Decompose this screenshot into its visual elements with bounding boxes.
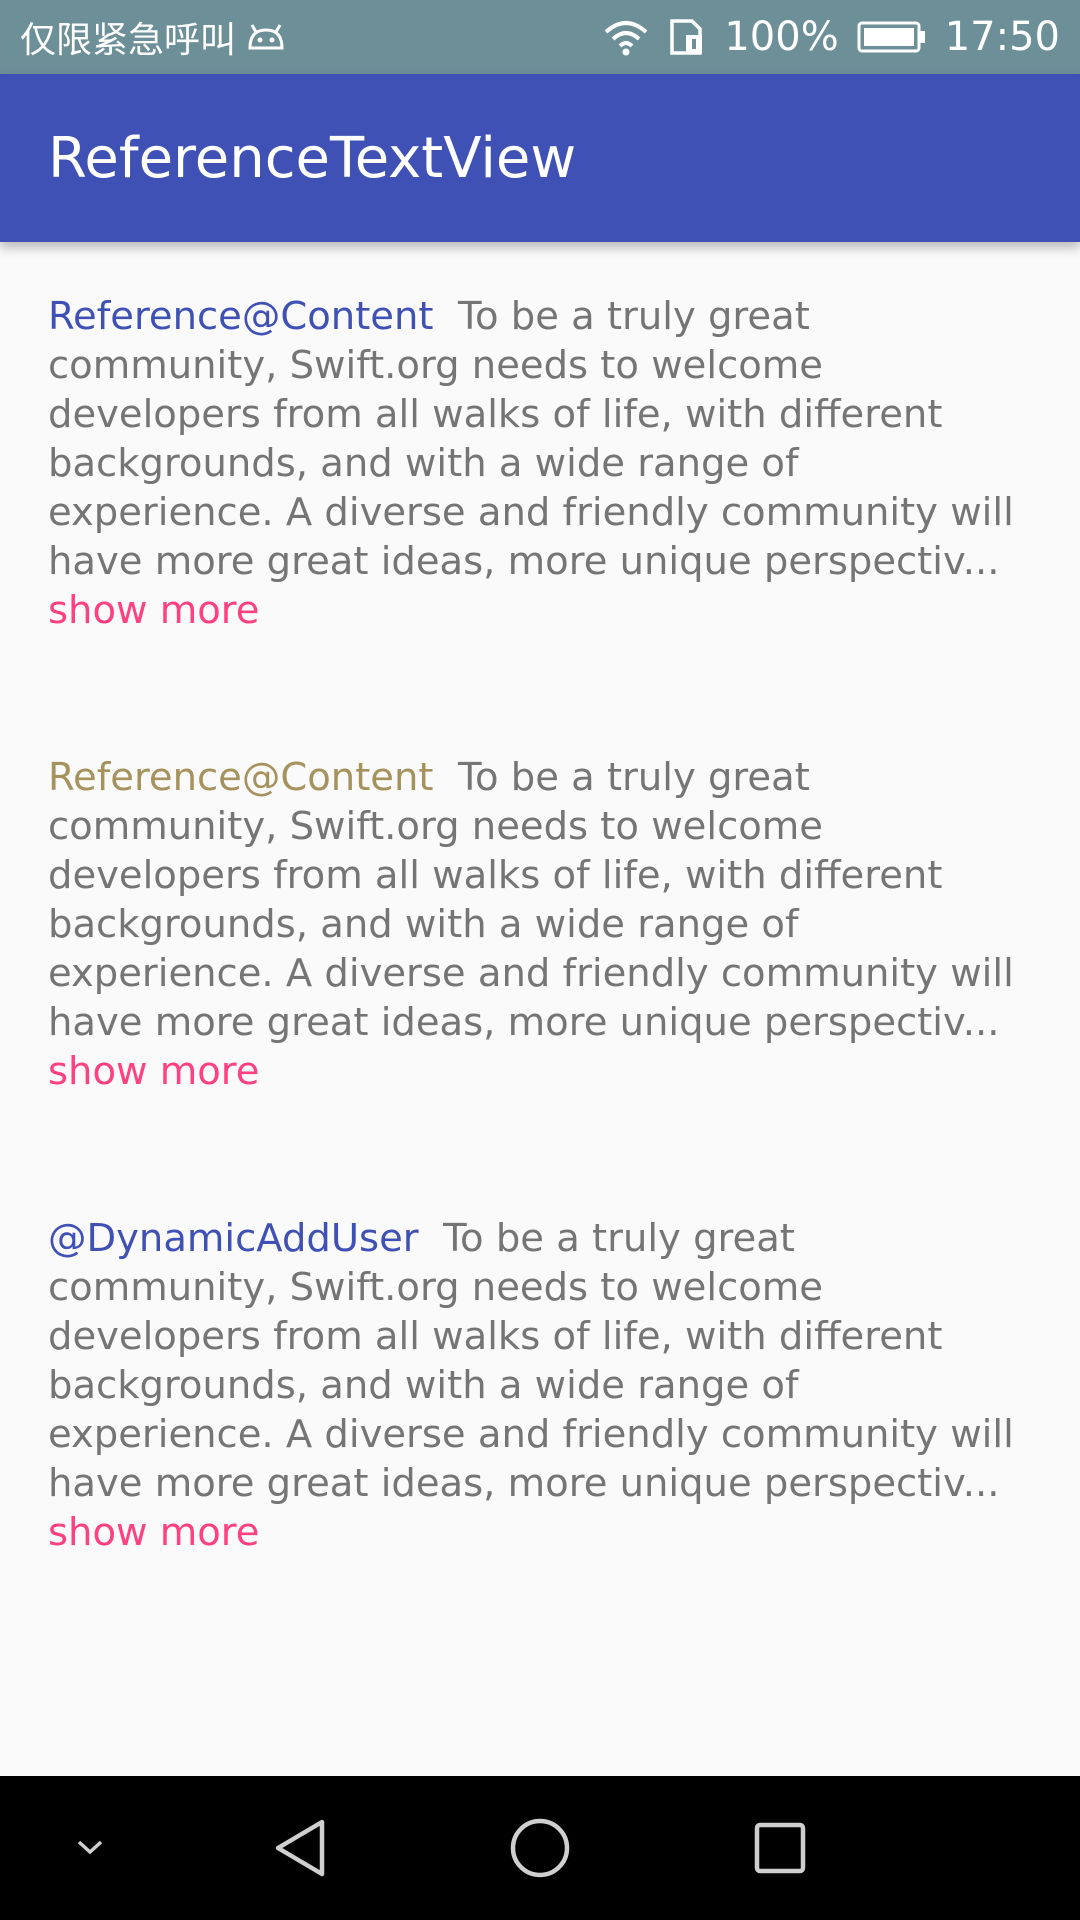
list-item: Reference@Content To be a truly great co… xyxy=(48,753,1032,1096)
chevron-down-icon[interactable] xyxy=(40,1776,140,1920)
show-more-link[interactable]: show more xyxy=(48,588,259,633)
app-title: ReferenceTextView xyxy=(48,125,577,191)
android-icon xyxy=(246,22,286,52)
content-list: Reference@Content To be a truly great co… xyxy=(48,292,1032,1675)
reference-link[interactable]: Reference@Content xyxy=(48,755,434,800)
status-bar: 仅限紧急呼叫 100% 17:50 xyxy=(0,0,1080,74)
status-right: 100% 17:50 xyxy=(602,14,1060,60)
battery-text: 100% xyxy=(724,14,839,60)
clock-text: 17:50 xyxy=(944,14,1060,60)
back-icon[interactable] xyxy=(250,1776,350,1920)
home-icon[interactable] xyxy=(490,1776,590,1920)
show-more-link[interactable]: show more xyxy=(48,1510,259,1555)
show-more-link[interactable]: show more xyxy=(48,1049,259,1094)
sim-icon xyxy=(668,17,706,57)
navigation-bar xyxy=(0,1776,1080,1920)
list-item: Reference@Content To be a truly great co… xyxy=(48,292,1032,635)
list-item: @DynamicAddUser To be a truly great comm… xyxy=(48,1214,1032,1557)
reference-link[interactable]: Reference@Content xyxy=(48,294,434,339)
carrier-text: 仅限紧急呼叫 xyxy=(20,20,237,61)
recents-icon[interactable] xyxy=(730,1776,830,1920)
status-left: 仅限紧急呼叫 xyxy=(20,11,286,63)
app-bar: ReferenceTextView xyxy=(0,74,1080,242)
reference-link[interactable]: @DynamicAddUser xyxy=(48,1216,419,1261)
wifi-icon xyxy=(602,18,650,56)
battery-icon xyxy=(857,20,927,54)
